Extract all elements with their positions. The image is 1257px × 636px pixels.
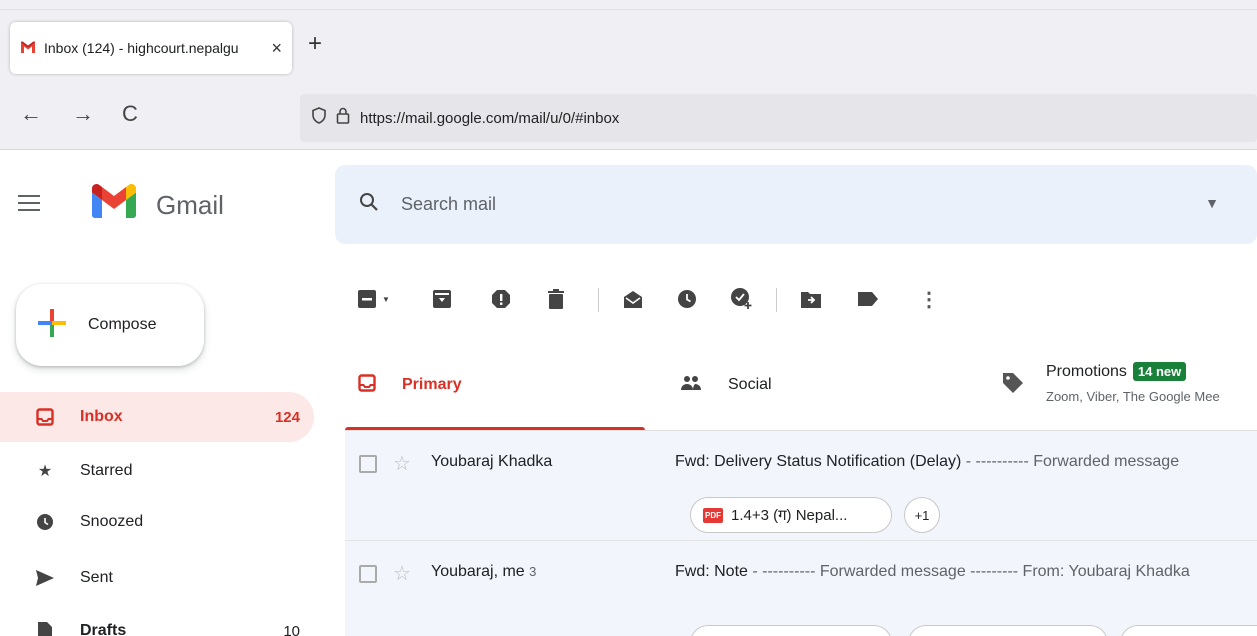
tab-primary[interactable]: Primary — [358, 340, 462, 430]
gmail-wordmark: Gmail — [156, 190, 224, 220]
tag-icon — [1002, 372, 1024, 399]
search-bar[interactable]: Search mail ▼ — [335, 165, 1257, 244]
select-dropdown[interactable]: ▼ — [358, 288, 398, 310]
send-icon — [36, 570, 54, 586]
back-arrow-icon[interactable]: ← — [20, 101, 42, 127]
new-count-badge: 14 new — [1132, 362, 1187, 381]
new-tab-button[interactable]: + — [308, 30, 322, 58]
attachment-chip[interactable] — [908, 625, 1108, 636]
sidebar-item-label: Snoozed — [80, 513, 144, 530]
address-bar[interactable]: https://mail.google.com/mail/u/0/#inbox — [300, 94, 1257, 142]
row-checkbox[interactable] — [359, 565, 377, 583]
email-subject-line: Fwd: Note - ---------- Forwarded message… — [675, 563, 1190, 581]
plus-icon — [36, 307, 68, 344]
inbox-icon — [36, 408, 54, 426]
forward-arrow-icon[interactable]: → — [72, 101, 94, 127]
tab-promotions-label: Promotions — [1046, 362, 1127, 380]
email-row[interactable]: ☆ Youbaraj Khadka Fwd: Delivery Status N… — [345, 431, 1257, 541]
star-toggle-icon[interactable]: ☆ — [393, 561, 411, 586]
sidebar-item-label: Sent — [80, 569, 113, 586]
select-checkbox-icon — [358, 290, 376, 308]
drafts-count: 10 — [283, 622, 300, 636]
tab-social[interactable]: Social — [680, 340, 772, 430]
delete-icon[interactable] — [545, 288, 567, 310]
attachment-chip[interactable] — [1120, 625, 1257, 636]
close-tab-icon[interactable]: × — [271, 38, 282, 59]
report-spam-icon[interactable] — [490, 288, 512, 310]
tab-social-label: Social — [728, 376, 772, 393]
shield-icon — [312, 107, 326, 129]
add-task-icon[interactable] — [731, 288, 753, 310]
sidebar-item-drafts[interactable]: Drafts 10 — [0, 606, 314, 636]
promotions-senders: Zoom, Viber, The Google Mee — [1046, 389, 1220, 404]
more-attachments[interactable]: +1 — [904, 497, 940, 533]
email-subject: Fwd: Note — [675, 563, 748, 580]
top-clipped-strip — [0, 0, 1257, 10]
people-icon — [680, 375, 702, 396]
reload-icon[interactable]: C — [122, 101, 138, 127]
email-row[interactable]: ☆ Youbaraj, me 3 Fwd: Note - ---------- … — [345, 541, 1257, 636]
email-subject: Fwd: Delivery Status Notification (Delay… — [675, 453, 962, 470]
star-toggle-icon[interactable]: ☆ — [393, 451, 411, 476]
attachment-chip[interactable]: PDF 1.4+3 (ग) Nepal... — [690, 497, 892, 533]
email-sender: Youbaraj, me 3 — [431, 563, 536, 581]
inbox-tab-icon — [358, 373, 376, 397]
sidebar-item-starred[interactable]: ★ Starred — [0, 446, 314, 496]
sidebar-item-label: Inbox — [80, 408, 123, 425]
row-checkbox[interactable] — [359, 455, 377, 473]
email-subject-line: Fwd: Delivery Status Notification (Delay… — [675, 453, 1179, 471]
star-icon: ★ — [37, 463, 53, 480]
chevron-down-icon[interactable]: ▼ — [382, 295, 390, 304]
sidebar-item-sent[interactable]: Sent — [0, 553, 314, 603]
archive-icon[interactable] — [431, 288, 453, 310]
search-options-icon[interactable]: ▼ — [1205, 195, 1219, 211]
sidebar-item-label: Drafts — [80, 622, 127, 636]
email-sender-names: Youbaraj, me — [431, 563, 525, 580]
label-icon[interactable] — [857, 288, 879, 310]
email-sender: Youbaraj Khadka — [431, 453, 553, 470]
url-text: https://mail.google.com/mail/u/0/#inbox — [360, 109, 620, 127]
email-snippet: - ---------- Forwarded message ---------… — [747, 563, 1190, 580]
tab-primary-label: Primary — [402, 376, 462, 393]
tab-promotions[interactable]: Promotions 14 new Zoom, Viber, The Googl… — [1046, 362, 1257, 404]
toolbar-divider — [776, 288, 777, 312]
more-options-icon[interactable]: ⋮ — [918, 288, 940, 311]
sidebar-item-snoozed[interactable]: Snoozed — [0, 497, 314, 547]
sidebar-item-inbox[interactable]: Inbox 124 — [0, 392, 314, 442]
unread-count: 124 — [274, 408, 300, 426]
browser-tab[interactable]: Inbox (124) - highcourt.nepalgu × — [10, 22, 292, 74]
mark-read-icon[interactable] — [622, 288, 644, 310]
compose-label: Compose — [88, 316, 157, 333]
tab-title: Inbox (124) - highcourt.nepalgu — [44, 40, 239, 56]
email-snippet: - ---------- Forwarded message — [961, 453, 1180, 470]
gmail-favicon-icon — [20, 40, 36, 56]
draft-icon — [36, 622, 54, 636]
compose-button[interactable]: Compose — [16, 284, 204, 366]
main-menu-icon[interactable] — [18, 190, 40, 216]
attachment-chip[interactable] — [690, 625, 892, 636]
attachment-name: 1.4+3 (ग) Nepal... — [731, 507, 848, 524]
move-to-icon[interactable] — [800, 288, 822, 310]
lock-icon — [336, 107, 350, 129]
sidebar-item-label: Starred — [80, 462, 133, 479]
toolbar-divider — [598, 288, 599, 312]
snooze-clock-icon[interactable] — [676, 288, 698, 310]
search-input[interactable]: Search mail — [401, 194, 496, 215]
thread-count: 3 — [529, 564, 537, 579]
pdf-icon: PDF — [703, 507, 723, 523]
search-icon[interactable] — [359, 192, 379, 217]
gmail-logo-icon[interactable] — [92, 184, 136, 223]
clock-icon — [36, 514, 54, 530]
